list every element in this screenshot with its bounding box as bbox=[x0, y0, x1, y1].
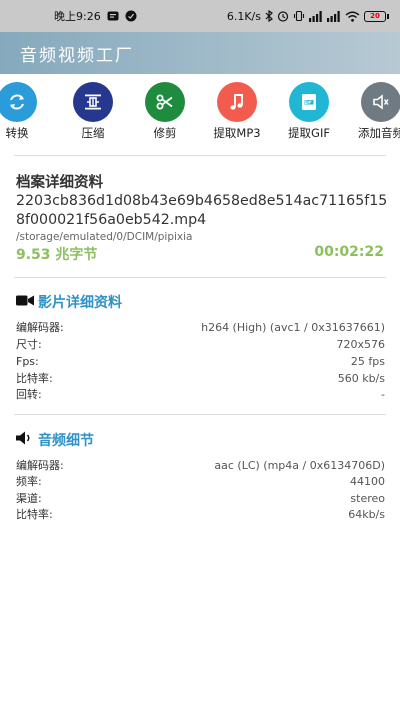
audio-details-label: 音频细节 bbox=[38, 433, 94, 449]
alarm-icon bbox=[277, 10, 289, 22]
info-value: h264 (High) (avc1 / 0x31637661) bbox=[201, 321, 385, 334]
info-value: 560 kb/s bbox=[337, 372, 385, 385]
divider bbox=[14, 414, 386, 415]
info-label: 编解码器: bbox=[16, 321, 64, 334]
audio-info-row: 编解码器: aac (LC) (mp4a / 0x6134706D) bbox=[16, 458, 385, 473]
tool-compress-button[interactable]: 压缩 bbox=[57, 82, 129, 141]
video-camera-icon bbox=[16, 294, 34, 311]
info-label: Fps: bbox=[16, 355, 39, 368]
info-label: 比特率: bbox=[16, 508, 53, 521]
battery-icon: 20 bbox=[364, 10, 389, 22]
file-path: /storage/emulated/0/DCIM/pipixia bbox=[16, 231, 193, 243]
speaker-icon bbox=[361, 82, 400, 122]
file-duration: 00:02:22 bbox=[314, 244, 384, 260]
app-title: 音频视频工厂 bbox=[20, 45, 134, 66]
app-notification-icon bbox=[125, 10, 137, 22]
signal-icon-2 bbox=[327, 10, 341, 22]
video-info-row: 尺寸: 720x576 bbox=[16, 337, 385, 352]
gif-icon bbox=[289, 82, 329, 122]
video-details-label: 影片详细资料 bbox=[38, 295, 122, 311]
info-label: 尺寸: bbox=[16, 338, 42, 351]
video-info-row: 比特率: 560 kb/s bbox=[16, 371, 385, 386]
tool-label: 修剪 bbox=[153, 126, 177, 140]
tool-row: 转换 压缩 修剪 提取MP3 提取GIF 添加音频 bbox=[0, 78, 400, 142]
tool-extract-gif-button[interactable]: 提取GIF bbox=[273, 82, 345, 141]
speaker-volume-icon bbox=[16, 431, 34, 449]
info-label: 比特率: bbox=[16, 372, 53, 385]
info-value: 25 fps bbox=[350, 355, 385, 368]
info-value: aac (LC) (mp4a / 0x6134706D) bbox=[214, 459, 385, 472]
tool-label: 提取MP3 bbox=[213, 126, 261, 140]
signal-icon bbox=[309, 10, 323, 22]
info-value: 64kb/s bbox=[348, 508, 385, 521]
audio-info-row: 频率: 44100 bbox=[16, 474, 385, 489]
file-name: 2203cb836d1d08b43e69b4658ed8e514ac71165f… bbox=[16, 193, 388, 228]
divider bbox=[14, 277, 386, 278]
info-label: 频率: bbox=[16, 475, 42, 488]
tool-label: 添加音频 bbox=[358, 126, 400, 140]
audio-details-title: 音频细节 bbox=[16, 430, 94, 450]
tool-add-audio-button[interactable]: 添加音频 bbox=[345, 82, 400, 141]
message-badge-icon bbox=[107, 10, 119, 22]
tool-label: 转换 bbox=[5, 126, 29, 140]
tool-label: 压缩 bbox=[81, 126, 105, 140]
video-info-row: 编解码器: h264 (High) (avc1 / 0x31637661) bbox=[16, 320, 385, 335]
info-value: - bbox=[381, 388, 385, 401]
wifi-icon bbox=[345, 11, 360, 22]
app-bar: 音频视频工厂 bbox=[0, 32, 400, 74]
info-value: stereo bbox=[350, 492, 385, 505]
status-time: 晚上9:26 bbox=[54, 10, 101, 23]
tool-label: 提取GIF bbox=[288, 126, 330, 140]
audio-info-row: 比特率: 64kb/s bbox=[16, 507, 385, 522]
network-speed: 6.1K/s bbox=[226, 9, 261, 23]
music-note-icon bbox=[217, 82, 257, 122]
tool-trim-button[interactable]: 修剪 bbox=[129, 82, 201, 141]
file-size: 9.53 兆字节 bbox=[16, 247, 98, 263]
vibrate-icon bbox=[293, 10, 305, 22]
info-label: 编解码器: bbox=[16, 459, 64, 472]
convert-icon bbox=[0, 82, 37, 122]
tool-convert-button[interactable]: 转换 bbox=[0, 82, 53, 141]
info-label: 渠道: bbox=[16, 492, 42, 505]
scissors-icon bbox=[145, 82, 185, 122]
battery-level: 20 bbox=[370, 12, 380, 20]
info-value: 720x576 bbox=[336, 338, 385, 351]
bluetooth-icon bbox=[265, 10, 273, 22]
info-value: 44100 bbox=[350, 475, 385, 488]
video-info-row: Fps: 25 fps bbox=[16, 354, 385, 369]
info-label: 回转: bbox=[16, 388, 42, 401]
file-details-title: 档案详细资料 bbox=[16, 175, 103, 191]
tool-extract-mp3-button[interactable]: 提取MP3 bbox=[201, 82, 273, 141]
status-bar: 晚上9:26 6.1K/s 20 bbox=[0, 0, 400, 32]
divider bbox=[14, 155, 386, 156]
audio-info-row: 渠道: stereo bbox=[16, 491, 385, 506]
video-details-title: 影片详细资料 bbox=[16, 292, 122, 312]
compress-icon bbox=[73, 82, 113, 122]
video-info-row: 回转: - bbox=[16, 387, 385, 402]
